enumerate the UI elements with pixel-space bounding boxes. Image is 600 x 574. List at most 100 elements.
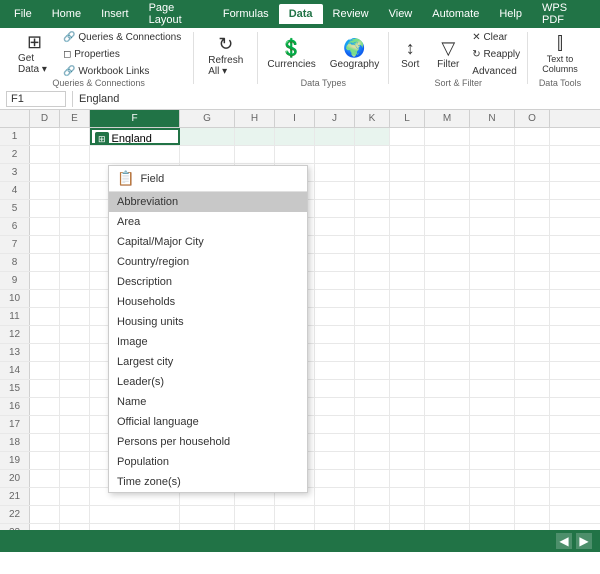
geography-label: Geography — [330, 59, 379, 70]
row-number-20: 20 — [0, 470, 30, 487]
dropdown-item-capital[interactable]: Capital/Major City — [109, 232, 307, 252]
cell-m1[interactable] — [425, 128, 470, 145]
col-header-n[interactable]: N — [470, 110, 515, 127]
data-types-group: 💲 Currencies 🌍 Geography Data Types — [262, 32, 389, 84]
col-header-h[interactable]: H — [235, 110, 275, 127]
row-number-19: 19 — [0, 452, 30, 469]
dropdown-item-population[interactable]: Population — [109, 452, 307, 472]
dropdown-item-leaders[interactable]: Leader(s) — [109, 372, 307, 392]
cell-l1[interactable] — [390, 128, 425, 145]
row-number-7: 7 — [0, 236, 30, 253]
tab-view[interactable]: View — [379, 4, 423, 24]
col-header-o[interactable]: O — [515, 110, 550, 127]
cell-d1[interactable] — [30, 128, 60, 145]
cell-g1[interactable] — [180, 128, 235, 145]
cell-e2[interactable] — [60, 146, 90, 163]
col-header-f[interactable]: F — [90, 110, 180, 127]
sort-label: Sort — [401, 59, 419, 70]
tab-data[interactable]: Data — [279, 4, 323, 24]
cell-n1[interactable] — [470, 128, 515, 145]
tab-page-layout[interactable]: Page Layout — [139, 0, 213, 30]
dropdown-item-persons-per-household[interactable]: Persons per household — [109, 432, 307, 452]
filter-label: Filter — [437, 59, 459, 70]
tab-home[interactable]: Home — [42, 4, 91, 24]
cell-f2[interactable] — [90, 146, 180, 163]
scroll-controls: ◀ ▶ — [556, 533, 592, 549]
dropdown-item-country[interactable]: Country/region — [109, 252, 307, 272]
spreadsheet: D E F G H I J K L M N O 1 ⊞ England — [0, 110, 600, 552]
tab-formulas[interactable]: Formulas — [213, 4, 279, 24]
row-number-14: 14 — [0, 362, 30, 379]
row-number-2: 2 — [0, 146, 30, 163]
tab-review[interactable]: Review — [323, 4, 379, 24]
tab-wps-pdf[interactable]: WPS PDF — [532, 0, 596, 30]
reapply-button[interactable]: ↻ Reapply — [468, 47, 524, 62]
dropdown-item-largest-city[interactable]: Largest city — [109, 352, 307, 372]
dropdown-item-households[interactable]: Households — [109, 292, 307, 312]
dropdown-item-time-zone[interactable]: Time zone(s) — [109, 472, 307, 492]
dropdown-item-housing-units[interactable]: Housing units — [109, 312, 307, 332]
tab-insert[interactable]: Insert — [91, 4, 139, 24]
row-number-21: 21 — [0, 488, 30, 505]
refresh-all-button[interactable]: ↻ RefreshAll ▾ — [202, 34, 249, 78]
sort-icon: ↕ — [406, 39, 415, 57]
col-header-e[interactable]: E — [60, 110, 90, 127]
cell-h1[interactable] — [235, 128, 275, 145]
text-to-columns-label: Text toColumns — [542, 54, 578, 74]
formula-value: England — [79, 93, 119, 105]
field-header-icon: 📋 — [117, 170, 134, 187]
sort-button[interactable]: ↕ Sort — [392, 32, 428, 76]
dropdown-item-name[interactable]: Name — [109, 392, 307, 412]
row-number-8: 8 — [0, 254, 30, 271]
cell-i1[interactable] — [275, 128, 315, 145]
tab-file[interactable]: File — [4, 4, 42, 24]
ribbon-tab-bar: File Home Insert Page Layout Formulas Da… — [0, 0, 600, 28]
row-number-3: 3 — [0, 164, 30, 181]
row-number-12: 12 — [0, 326, 30, 343]
cell-d2[interactable] — [30, 146, 60, 163]
dropdown-item-official-language[interactable]: Official language — [109, 412, 307, 432]
cell-e1[interactable] — [60, 128, 90, 145]
table-row: 1 ⊞ England — [0, 128, 600, 146]
tab-help[interactable]: Help — [489, 4, 532, 24]
text-to-columns-button[interactable]: ⫿ Text toColumns — [536, 32, 584, 76]
dropdown-item-abbreviation[interactable]: Abbreviation — [109, 192, 307, 212]
row-number-18: 18 — [0, 434, 30, 451]
table-row: 22 — [0, 506, 600, 524]
get-data-icon: ⊞ — [27, 33, 42, 51]
col-header-d[interactable]: D — [30, 110, 60, 127]
text-columns-icon: ⫿ — [557, 34, 563, 52]
sort-filter-col: ✕ Clear ↻ Reapply Advanced — [468, 32, 524, 76]
geography-button[interactable]: 🌍 Geography — [324, 32, 385, 76]
cell-j1[interactable] — [315, 128, 355, 145]
sort-filter-items: ↕ Sort ▽ Filter ✕ Clear ↻ Reapply Advanc… — [392, 32, 524, 76]
dropdown-item-area[interactable]: Area — [109, 212, 307, 232]
tab-automate[interactable]: Automate — [422, 4, 489, 24]
queries-group-label: Queries & Connections — [52, 76, 145, 88]
clear-button[interactable]: ✕ Clear — [468, 30, 524, 45]
col-header-k[interactable]: K — [355, 110, 390, 127]
scroll-right-button[interactable]: ▶ — [576, 533, 592, 549]
refresh-group: ↻ RefreshAll ▾ — [198, 32, 258, 84]
cell-k1[interactable] — [355, 128, 390, 145]
queries-connections-button[interactable]: 🔗 Queries & Connections — [59, 30, 185, 45]
scroll-left-button[interactable]: ◀ — [556, 533, 572, 549]
row-number-22: 22 — [0, 506, 30, 523]
cell-o1[interactable] — [515, 128, 550, 145]
col-header-j[interactable]: J — [315, 110, 355, 127]
dropdown-item-description[interactable]: Description — [109, 272, 307, 292]
data-tools-label: Data Tools — [539, 76, 581, 88]
cell-f1[interactable]: ⊞ England — [90, 128, 180, 145]
properties-button[interactable]: ◻ Properties — [59, 47, 185, 62]
name-box[interactable] — [6, 91, 66, 107]
get-data-button[interactable]: ⊞ Get Data ▾ — [12, 32, 57, 76]
col-header-m[interactable]: M — [425, 110, 470, 127]
row-spacer — [0, 110, 30, 127]
col-header-i[interactable]: I — [275, 110, 315, 127]
col-header-l[interactable]: L — [390, 110, 425, 127]
col-header-g[interactable]: G — [180, 110, 235, 127]
cell-g2[interactable] — [180, 146, 235, 163]
dropdown-item-image[interactable]: Image — [109, 332, 307, 352]
currencies-button[interactable]: 💲 Currencies — [261, 32, 321, 76]
filter-button[interactable]: ▽ Filter — [430, 32, 466, 76]
